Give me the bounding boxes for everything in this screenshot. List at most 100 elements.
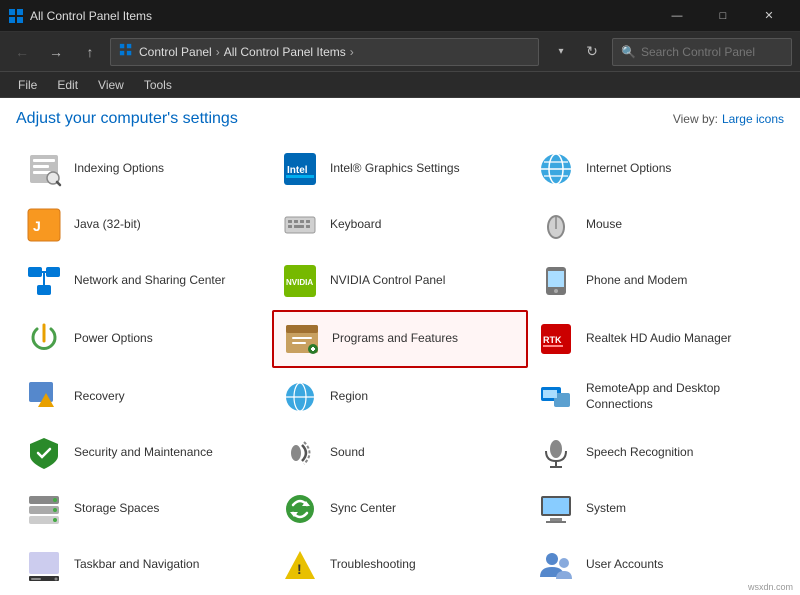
- grid-item-troubleshooting[interactable]: ! Troubleshooting: [272, 538, 528, 592]
- item-label-phone-modem: Phone and Modem: [586, 273, 687, 289]
- grid-item-recovery[interactable]: Recovery: [16, 370, 272, 424]
- close-button[interactable]: ✕: [746, 0, 792, 32]
- address-bar: ← → ↑ Control Panel › All Control Panel …: [0, 32, 800, 72]
- item-label-system: System: [586, 501, 626, 517]
- item-label-storage: Storage Spaces: [74, 501, 159, 517]
- phone-icon: [536, 261, 576, 301]
- item-label-user-accounts: User Accounts: [586, 557, 663, 573]
- maximize-button[interactable]: □: [700, 0, 746, 32]
- grid-item-programs-features[interactable]: Programs and Features: [272, 310, 528, 368]
- forward-button[interactable]: →: [42, 38, 70, 66]
- view-by-label: View by:: [673, 112, 718, 126]
- window-icon: [8, 8, 24, 24]
- window-controls: — □ ✕: [654, 0, 792, 32]
- breadcrumb-control-panel[interactable]: Control Panel: [139, 45, 212, 59]
- item-label-taskbar: Taskbar and Navigation: [74, 557, 199, 573]
- item-label-programs-features: Programs and Features: [332, 331, 458, 347]
- power-icon: [24, 319, 64, 359]
- search-icon: 🔍: [621, 45, 636, 59]
- address-path[interactable]: Control Panel › All Control Panel Items …: [110, 38, 539, 66]
- menu-view[interactable]: View: [88, 75, 134, 95]
- menu-bar: File Edit View Tools: [0, 72, 800, 98]
- grid-item-phone-modem[interactable]: Phone and Modem: [528, 254, 784, 308]
- system-icon: [536, 489, 576, 529]
- title-bar-text: All Control Panel Items: [30, 9, 654, 23]
- dropdown-button[interactable]: ▾: [547, 38, 575, 66]
- grid-item-remoteapp[interactable]: RemoteApp and Desktop Connections: [528, 370, 784, 424]
- internet-icon: [536, 149, 576, 189]
- svg-text:J: J: [33, 218, 41, 234]
- grid-item-system[interactable]: System: [528, 482, 784, 536]
- item-label-internet-options: Internet Options: [586, 161, 671, 177]
- grid-item-keyboard[interactable]: Keyboard: [272, 198, 528, 252]
- item-label-network-sharing: Network and Sharing Center: [74, 273, 225, 289]
- grid-item-sound[interactable]: Sound: [272, 426, 528, 480]
- refresh-button[interactable]: ↻: [578, 38, 606, 66]
- item-label-realtek: Realtek HD Audio Manager: [586, 331, 731, 347]
- item-label-intel-graphics: Intel® Graphics Settings: [330, 161, 460, 177]
- grid-item-indexing-options[interactable]: Indexing Options: [16, 142, 272, 196]
- grid-item-storage[interactable]: Storage Spaces: [16, 482, 272, 536]
- grid-item-nvidia[interactable]: NVIDIA NVIDIA Control Panel: [272, 254, 528, 308]
- breadcrumb-icon: [119, 43, 133, 60]
- keyboard-icon: [280, 205, 320, 245]
- grid-item-region[interactable]: Region: [272, 370, 528, 424]
- grid-item-speech[interactable]: Speech Recognition: [528, 426, 784, 480]
- sync-icon: [280, 489, 320, 529]
- back-button[interactable]: ←: [8, 38, 36, 66]
- grid-item-intel-graphics[interactable]: Intel Intel® Graphics Settings: [272, 142, 528, 196]
- nvidia-icon: NVIDIA: [280, 261, 320, 301]
- intel-icon: Intel: [280, 149, 320, 189]
- realtek-icon: RTK: [536, 319, 576, 359]
- menu-file[interactable]: File: [8, 75, 47, 95]
- grid-item-network-sharing[interactable]: Network and Sharing Center: [16, 254, 272, 308]
- up-button[interactable]: ↑: [76, 38, 104, 66]
- search-box[interactable]: 🔍: [612, 38, 792, 66]
- grid-item-realtek[interactable]: RTK Realtek HD Audio Manager: [528, 310, 784, 368]
- grid-item-internet-options[interactable]: Internet Options: [528, 142, 784, 196]
- separator-1: ›: [216, 45, 220, 59]
- breadcrumb-all-items[interactable]: All Control Panel Items: [224, 45, 346, 59]
- menu-edit[interactable]: Edit: [47, 75, 88, 95]
- users-icon: [536, 545, 576, 585]
- mouse-icon: [536, 205, 576, 245]
- items-grid: Indexing Options Intel Intel® Graphics S…: [16, 142, 784, 595]
- java-icon: J: [24, 205, 64, 245]
- item-label-java: Java (32-bit): [74, 217, 141, 233]
- security-icon: [24, 433, 64, 473]
- grid-item-mouse[interactable]: Mouse: [528, 198, 784, 252]
- svg-text:!: !: [297, 561, 302, 577]
- grid-item-security[interactable]: Security and Maintenance: [16, 426, 272, 480]
- svg-text:Intel: Intel: [287, 165, 308, 176]
- item-label-sound: Sound: [330, 445, 365, 461]
- minimize-button[interactable]: —: [654, 0, 700, 32]
- region-icon: [280, 377, 320, 417]
- menu-tools[interactable]: Tools: [134, 75, 182, 95]
- item-label-power-options: Power Options: [74, 331, 153, 347]
- item-label-sync: Sync Center: [330, 501, 396, 517]
- grid-item-user-accounts[interactable]: User Accounts: [528, 538, 784, 592]
- grid-item-power-options[interactable]: Power Options: [16, 310, 272, 368]
- network-icon: [24, 261, 64, 301]
- sound-icon: [280, 433, 320, 473]
- content-area: Adjust your computer's settings View by:…: [0, 98, 800, 595]
- search-input[interactable]: [641, 45, 783, 59]
- page-title: Adjust your computer's settings: [16, 110, 238, 128]
- view-by-section: View by: Large icons: [673, 112, 784, 126]
- svg-text:RTK: RTK: [543, 335, 562, 345]
- item-label-speech: Speech Recognition: [586, 445, 693, 461]
- content-header: Adjust your computer's settings View by:…: [16, 110, 784, 128]
- item-label-security: Security and Maintenance: [74, 445, 213, 461]
- item-label-indexing-options: Indexing Options: [74, 161, 164, 177]
- view-by-value[interactable]: Large icons: [722, 112, 784, 126]
- item-label-recovery: Recovery: [74, 389, 125, 405]
- indexing-icon: [24, 149, 64, 189]
- grid-item-java[interactable]: J Java (32-bit): [16, 198, 272, 252]
- item-label-nvidia: NVIDIA Control Panel: [330, 273, 445, 289]
- grid-item-taskbar[interactable]: Taskbar and Navigation: [16, 538, 272, 592]
- grid-item-sync[interactable]: Sync Center: [272, 482, 528, 536]
- trouble-icon: !: [280, 545, 320, 585]
- item-label-remoteapp: RemoteApp and Desktop Connections: [586, 381, 776, 412]
- speech-icon: [536, 433, 576, 473]
- separator-2: ›: [350, 45, 354, 59]
